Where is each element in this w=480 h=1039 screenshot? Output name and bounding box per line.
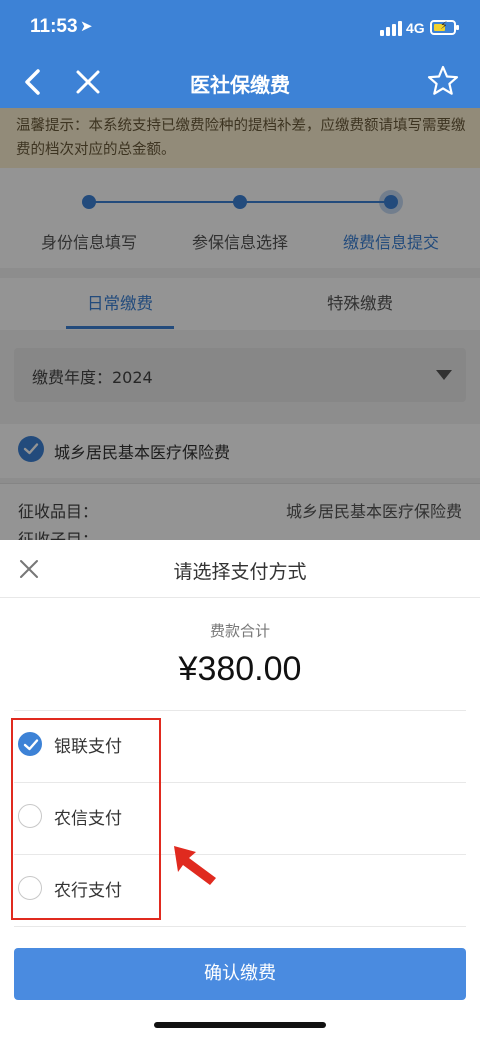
confirm-payment-button[interactable]: 确认缴费 — [14, 948, 466, 1000]
network-type: 4G — [406, 20, 425, 36]
status-bar: 11:53 ➤ 4G ⚡ — [0, 0, 480, 58]
nav-bar: 医社保缴费 — [0, 58, 480, 108]
modal-overlay[interactable] — [0, 108, 480, 540]
red-arrow-icon — [168, 838, 224, 890]
sum-label: 费款合计 — [209, 622, 270, 640]
total-amount: ¥380.00 — [178, 650, 302, 688]
star-icon[interactable] — [426, 64, 460, 98]
location-arrow-icon: ➤ — [80, 17, 93, 35]
page-title: 医社保缴费 — [190, 73, 290, 97]
highlight-box — [11, 718, 161, 920]
signal-icon — [380, 20, 402, 36]
home-indicator — [154, 1022, 326, 1028]
status-time: 11:53 — [30, 16, 78, 37]
sheet-title: 请选择支付方式 — [173, 561, 307, 583]
battery-icon: ⚡ — [430, 19, 459, 35]
sheet-header: 请选择支付方式 — [0, 540, 480, 598]
